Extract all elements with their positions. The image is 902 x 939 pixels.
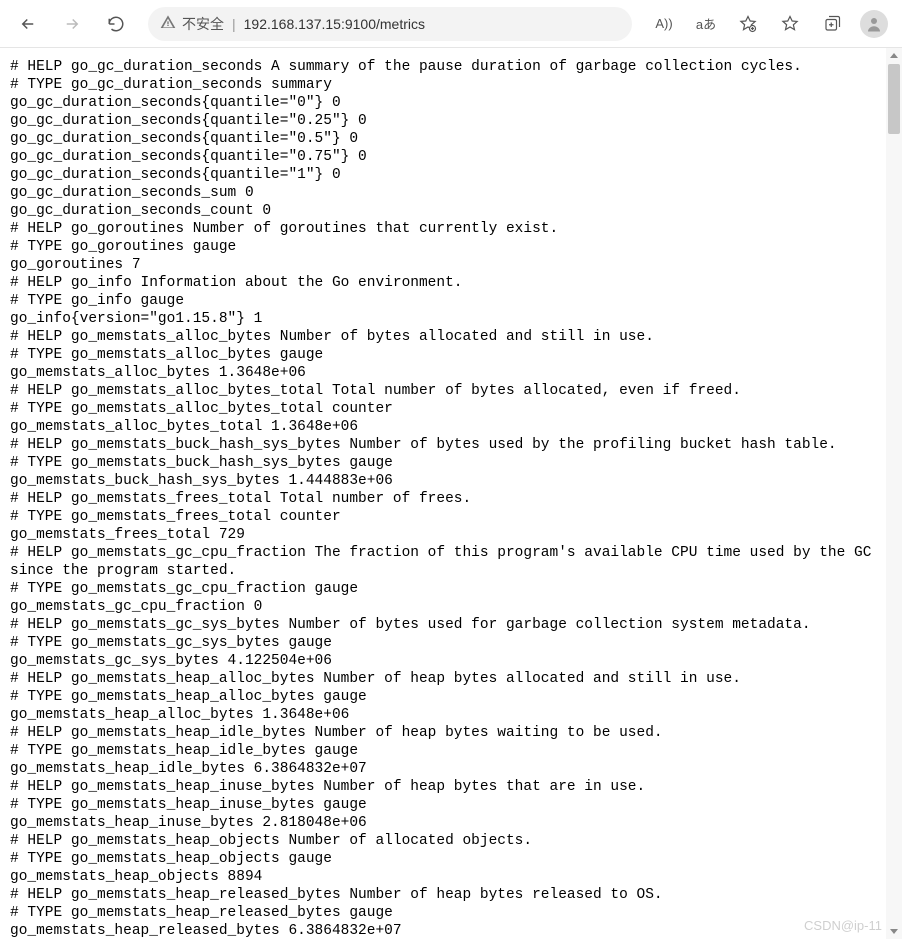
back-button[interactable] (8, 4, 48, 44)
profile-avatar[interactable] (860, 10, 888, 38)
refresh-button[interactable] (96, 4, 136, 44)
toolbar-right: A)) aあ (644, 4, 894, 44)
url-text: 192.168.137.15:9100/metrics (244, 16, 425, 32)
metrics-content: # HELP go_gc_duration_seconds A summary … (0, 48, 886, 939)
browser-toolbar: 不安全 | 192.168.137.15:9100/metrics A)) aあ (0, 0, 902, 48)
favorites-icon[interactable] (770, 4, 810, 44)
scroll-up-arrow[interactable] (886, 48, 902, 64)
address-bar[interactable]: 不安全 | 192.168.137.15:9100/metrics (148, 7, 632, 41)
collections-icon[interactable] (812, 4, 852, 44)
warning-icon (160, 14, 176, 33)
security-label: 不安全 (182, 14, 224, 34)
scroll-thumb[interactable] (888, 64, 900, 134)
translate-icon[interactable]: aあ (686, 4, 726, 44)
address-divider: | (232, 16, 236, 32)
vertical-scrollbar[interactable] (886, 48, 902, 939)
read-aloud-icon[interactable]: A)) (644, 4, 684, 44)
forward-button[interactable] (52, 4, 92, 44)
watermark: CSDN@ip-11 (804, 918, 882, 933)
scroll-down-arrow[interactable] (886, 923, 902, 939)
favorite-add-icon[interactable] (728, 4, 768, 44)
security-warning: 不安全 (160, 14, 224, 34)
